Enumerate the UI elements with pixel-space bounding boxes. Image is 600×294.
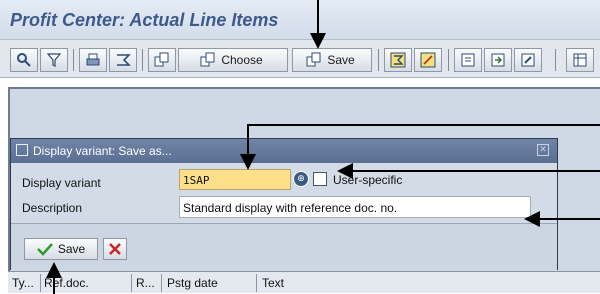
annotation-arrows (46, 0, 600, 294)
annotation-arrow-variant (240, 124, 600, 170)
